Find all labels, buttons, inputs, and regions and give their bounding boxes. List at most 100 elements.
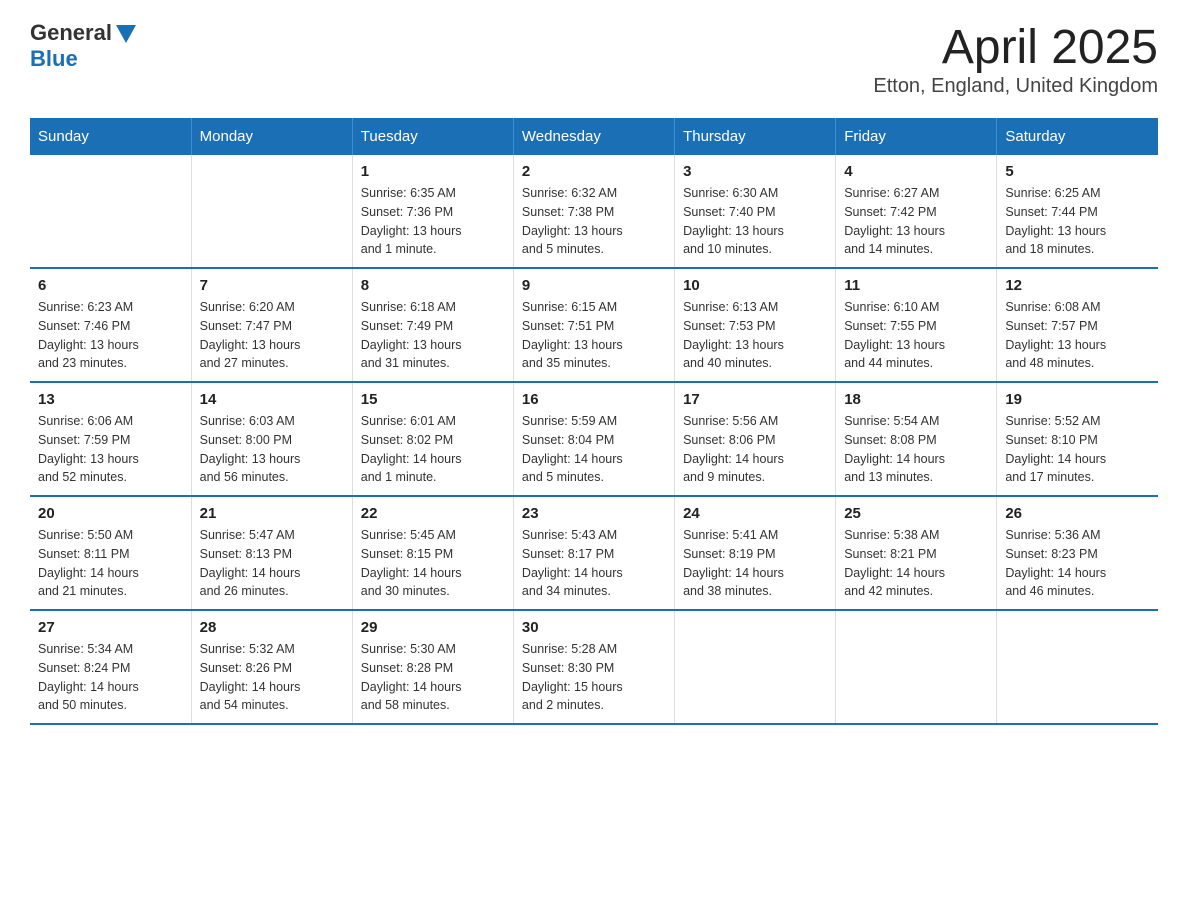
day-number: 2: [522, 163, 666, 180]
calendar-cell: 22 Sunrise: 5:45 AM Sunset: 8:15 PM Dayli…: [352, 496, 513, 610]
day-info: Sunrise: 5:28 AM Sunset: 8:30 PM Dayligh…: [522, 640, 666, 715]
calendar-cell: [997, 610, 1158, 724]
day-headers-row: SundayMondayTuesdayWednesdayThursdayFrid…: [30, 118, 1158, 155]
day-number: 28: [200, 619, 344, 636]
calendar-cell: 9 Sunrise: 6:15 AM Sunset: 7:51 PM Daylig…: [513, 268, 674, 382]
day-info: Sunrise: 6:13 AM Sunset: 7:53 PM Dayligh…: [683, 298, 827, 373]
day-number: 4: [844, 163, 988, 180]
day-info: Sunrise: 5:38 AM Sunset: 8:21 PM Dayligh…: [844, 526, 988, 601]
day-number: 24: [683, 505, 827, 522]
logo-blue-text: Blue: [30, 46, 78, 71]
day-info: Sunrise: 6:25 AM Sunset: 7:44 PM Dayligh…: [1005, 184, 1150, 259]
day-info: Sunrise: 5:41 AM Sunset: 8:19 PM Dayligh…: [683, 526, 827, 601]
day-info: Sunrise: 6:01 AM Sunset: 8:02 PM Dayligh…: [361, 412, 505, 487]
calendar-cell: 27Sunrise: 5:34 AM Sunset: 8:24 PM Dayli…: [30, 610, 191, 724]
calendar-cell: 28Sunrise: 5:32 AM Sunset: 8:26 PM Dayli…: [191, 610, 352, 724]
calendar-cell: 25 Sunrise: 5:38 AM Sunset: 8:21 PM Dayli…: [836, 496, 997, 610]
week-row-3: 13Sunrise: 6:06 AM Sunset: 7:59 PM Dayli…: [30, 382, 1158, 496]
day-number: 21: [200, 505, 344, 522]
day-info: Sunrise: 6:18 AM Sunset: 7:49 PM Dayligh…: [361, 298, 505, 373]
day-header-tuesday: Tuesday: [352, 118, 513, 155]
day-info: Sunrise: 5:59 AM Sunset: 8:04 PM Dayligh…: [522, 412, 666, 487]
day-number: 7: [200, 277, 344, 294]
calendar-cell: 4 Sunrise: 6:27 AM Sunset: 7:42 PM Daylig…: [836, 155, 997, 268]
title-block: April 2025 Etton, England, United Kingdo…: [873, 20, 1158, 98]
day-header-thursday: Thursday: [675, 118, 836, 155]
calendar-cell: 14 Sunrise: 6:03 AM Sunset: 8:00 PM Dayli…: [191, 382, 352, 496]
day-number: 1: [361, 163, 505, 180]
day-info: Sunrise: 5:52 AM Sunset: 8:10 PM Dayligh…: [1005, 412, 1150, 487]
day-info: Sunrise: 6:03 AM Sunset: 8:00 PM Dayligh…: [200, 412, 344, 487]
calendar-cell: [836, 610, 997, 724]
day-number: 18: [844, 391, 988, 408]
calendar-cell: [675, 610, 836, 724]
day-info: Sunrise: 5:56 AM Sunset: 8:06 PM Dayligh…: [683, 412, 827, 487]
calendar-cell: 13Sunrise: 6:06 AM Sunset: 7:59 PM Dayli…: [30, 382, 191, 496]
day-header-saturday: Saturday: [997, 118, 1158, 155]
calendar-cell: 19 Sunrise: 5:52 AM Sunset: 8:10 PM Dayli…: [997, 382, 1158, 496]
logo-triangle-icon: [116, 25, 136, 43]
day-info: Sunrise: 6:06 AM Sunset: 7:59 PM Dayligh…: [38, 412, 183, 487]
day-number: 16: [522, 391, 666, 408]
calendar-cell: 18 Sunrise: 5:54 AM Sunset: 8:08 PM Dayli…: [836, 382, 997, 496]
week-row-4: 20 Sunrise: 5:50 AM Sunset: 8:11 PM Dayli…: [30, 496, 1158, 610]
day-info: Sunrise: 6:20 AM Sunset: 7:47 PM Dayligh…: [200, 298, 344, 373]
day-number: 20: [38, 505, 183, 522]
calendar-cell: 7 Sunrise: 6:20 AM Sunset: 7:47 PM Daylig…: [191, 268, 352, 382]
day-number: 25: [844, 505, 988, 522]
logo-general-text: General: [30, 20, 112, 45]
week-row-5: 27Sunrise: 5:34 AM Sunset: 8:24 PM Dayli…: [30, 610, 1158, 724]
day-number: 12: [1005, 277, 1150, 294]
day-number: 5: [1005, 163, 1150, 180]
calendar-cell: 10 Sunrise: 6:13 AM Sunset: 7:53 PM Dayli…: [675, 268, 836, 382]
calendar-cell: 24 Sunrise: 5:41 AM Sunset: 8:19 PM Dayli…: [675, 496, 836, 610]
day-info: Sunrise: 6:30 AM Sunset: 7:40 PM Dayligh…: [683, 184, 827, 259]
day-info: Sunrise: 5:50 AM Sunset: 8:11 PM Dayligh…: [38, 526, 183, 601]
day-info: Sunrise: 6:27 AM Sunset: 7:42 PM Dayligh…: [844, 184, 988, 259]
day-info: Sunrise: 6:08 AM Sunset: 7:57 PM Dayligh…: [1005, 298, 1150, 373]
day-number: 29: [361, 619, 505, 636]
calendar-cell: 3 Sunrise: 6:30 AM Sunset: 7:40 PM Daylig…: [675, 155, 836, 268]
day-number: 10: [683, 277, 827, 294]
calendar-cell: 12 Sunrise: 6:08 AM Sunset: 7:57 PM Dayli…: [997, 268, 1158, 382]
day-number: 8: [361, 277, 505, 294]
day-number: 22: [361, 505, 505, 522]
day-number: 14: [200, 391, 344, 408]
calendar-cell: 2 Sunrise: 6:32 AM Sunset: 7:38 PM Daylig…: [513, 155, 674, 268]
calendar-cell: 23Sunrise: 5:43 AM Sunset: 8:17 PM Dayli…: [513, 496, 674, 610]
day-number: 17: [683, 391, 827, 408]
week-row-1: 1 Sunrise: 6:35 AM Sunset: 7:36 PM Daylig…: [30, 155, 1158, 268]
calendar-body: 1 Sunrise: 6:35 AM Sunset: 7:36 PM Daylig…: [30, 155, 1158, 724]
calendar-cell: 8 Sunrise: 6:18 AM Sunset: 7:49 PM Daylig…: [352, 268, 513, 382]
day-number: 3: [683, 163, 827, 180]
day-info: Sunrise: 5:36 AM Sunset: 8:23 PM Dayligh…: [1005, 526, 1150, 601]
calendar-cell: 16 Sunrise: 5:59 AM Sunset: 8:04 PM Dayli…: [513, 382, 674, 496]
calendar-cell: 15Sunrise: 6:01 AM Sunset: 8:02 PM Dayli…: [352, 382, 513, 496]
day-info: Sunrise: 5:47 AM Sunset: 8:13 PM Dayligh…: [200, 526, 344, 601]
calendar-cell: [191, 155, 352, 268]
calendar-cell: 29 Sunrise: 5:30 AM Sunset: 8:28 PM Dayli…: [352, 610, 513, 724]
day-info: Sunrise: 6:35 AM Sunset: 7:36 PM Dayligh…: [361, 184, 505, 259]
day-info: Sunrise: 6:32 AM Sunset: 7:38 PM Dayligh…: [522, 184, 666, 259]
day-number: 9: [522, 277, 666, 294]
day-header-sunday: Sunday: [30, 118, 191, 155]
day-number: 23: [522, 505, 666, 522]
day-number: 11: [844, 277, 988, 294]
calendar-cell: 11Sunrise: 6:10 AM Sunset: 7:55 PM Dayli…: [836, 268, 997, 382]
day-info: Sunrise: 6:15 AM Sunset: 7:51 PM Dayligh…: [522, 298, 666, 373]
day-info: Sunrise: 5:54 AM Sunset: 8:08 PM Dayligh…: [844, 412, 988, 487]
day-number: 19: [1005, 391, 1150, 408]
day-info: Sunrise: 5:45 AM Sunset: 8:15 PM Dayligh…: [361, 526, 505, 601]
calendar-subtitle: Etton, England, United Kingdom: [873, 75, 1158, 98]
day-info: Sunrise: 5:30 AM Sunset: 8:28 PM Dayligh…: [361, 640, 505, 715]
day-info: Sunrise: 5:34 AM Sunset: 8:24 PM Dayligh…: [38, 640, 183, 715]
day-number: 6: [38, 277, 183, 294]
calendar-cell: 26Sunrise: 5:36 AM Sunset: 8:23 PM Dayli…: [997, 496, 1158, 610]
calendar-cell: 1 Sunrise: 6:35 AM Sunset: 7:36 PM Daylig…: [352, 155, 513, 268]
calendar-cell: 5 Sunrise: 6:25 AM Sunset: 7:44 PM Daylig…: [997, 155, 1158, 268]
calendar-cell: 30 Sunrise: 5:28 AM Sunset: 8:30 PM Dayli…: [513, 610, 674, 724]
logo: General Blue: [30, 20, 136, 73]
calendar-title: April 2025: [873, 20, 1158, 75]
calendar-cell: 21 Sunrise: 5:47 AM Sunset: 8:13 PM Dayli…: [191, 496, 352, 610]
day-number: 30: [522, 619, 666, 636]
